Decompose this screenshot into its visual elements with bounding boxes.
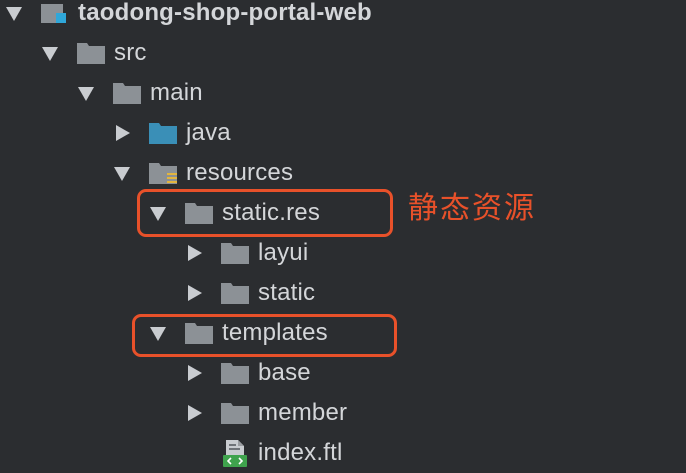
tree-node-label: base bbox=[258, 359, 311, 386]
tree-node-index-ftl[interactable]: index.ftl bbox=[186, 433, 343, 473]
tree-node-label: member bbox=[258, 399, 348, 426]
tree-node-main[interactable]: main bbox=[78, 73, 203, 113]
tree-node-label: resources bbox=[186, 159, 294, 186]
collapse-arrow-icon[interactable] bbox=[114, 125, 130, 141]
tree-node-label: src bbox=[114, 39, 147, 66]
tree-node-label: index.ftl bbox=[258, 439, 343, 466]
collapse-arrow-icon[interactable] bbox=[186, 405, 202, 421]
annotation-text: 静态资源 bbox=[408, 191, 536, 226]
tree-node-static[interactable]: static bbox=[186, 273, 315, 313]
tree-node-label: layui bbox=[258, 239, 309, 266]
tree-node-label: java bbox=[186, 119, 231, 146]
module-folder-icon bbox=[41, 4, 66, 23]
folder-icon bbox=[221, 363, 249, 384]
tree-node-root[interactable]: taodong-shop-portal-web bbox=[6, 0, 372, 33]
tree-node-member[interactable]: member bbox=[186, 393, 347, 433]
project-tree: taodong-shop-portal-web src main java re… bbox=[0, 0, 686, 470]
collapse-arrow-icon[interactable] bbox=[186, 365, 202, 381]
resources-folder-icon bbox=[149, 163, 177, 184]
tree-node-java[interactable]: java bbox=[114, 113, 231, 153]
folder-icon bbox=[221, 243, 249, 264]
collapse-arrow-icon[interactable] bbox=[186, 245, 202, 261]
expand-arrow-icon[interactable] bbox=[42, 45, 58, 61]
folder-icon bbox=[113, 83, 141, 104]
expand-arrow-icon[interactable] bbox=[78, 85, 94, 101]
source-folder-icon bbox=[149, 123, 177, 144]
tree-node-base[interactable]: base bbox=[186, 353, 311, 393]
tree-node-label: taodong-shop-portal-web bbox=[78, 0, 372, 26]
folder-icon bbox=[77, 43, 105, 64]
tree-node-label: static bbox=[258, 279, 316, 306]
folder-icon bbox=[221, 403, 249, 424]
folder-icon bbox=[221, 283, 249, 304]
collapse-arrow-icon[interactable] bbox=[186, 285, 202, 301]
tree-node-resources[interactable]: resources bbox=[114, 153, 293, 193]
ftl-file-icon bbox=[223, 440, 247, 467]
tree-node-label: main bbox=[150, 79, 203, 106]
tree-node-src[interactable]: src bbox=[42, 33, 147, 73]
expand-arrow-icon[interactable] bbox=[114, 165, 130, 181]
highlight-box-static-res bbox=[137, 189, 393, 237]
highlight-box-templates bbox=[132, 314, 397, 357]
expand-arrow-icon[interactable] bbox=[6, 5, 22, 21]
tree-node-layui[interactable]: layui bbox=[186, 233, 308, 273]
